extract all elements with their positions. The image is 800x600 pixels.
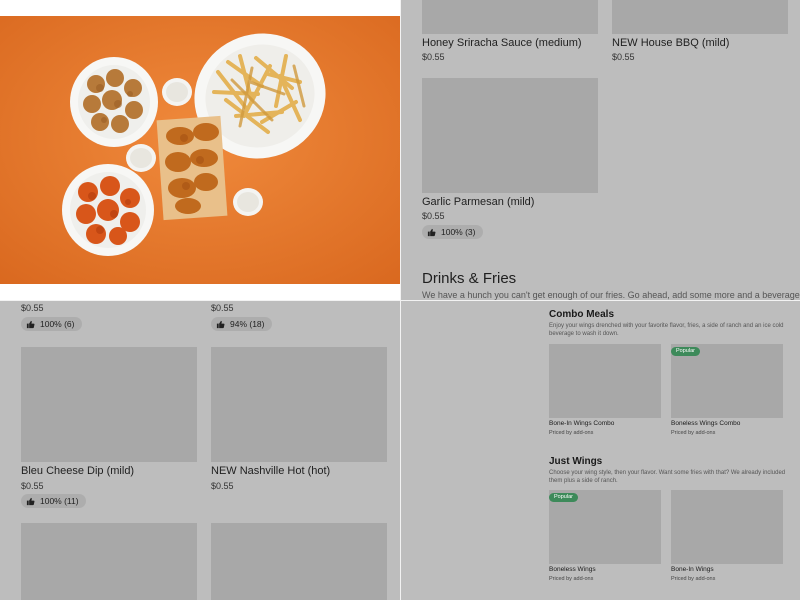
section-description: Enjoy your wings drenched with your favo…	[549, 323, 784, 337]
rating-text: 100% (6)	[40, 319, 75, 329]
section-description: Choose your wing style, then your flavor…	[549, 470, 786, 484]
section-title-just-wings: Just Wings	[549, 456, 603, 467]
rating-badge: 100% (6)	[21, 317, 82, 331]
item-image-placeholder[interactable]	[422, 0, 598, 34]
item-price: $0.55	[422, 211, 445, 221]
item-name[interactable]: Honey Sriracha Sauce (medium)	[422, 37, 582, 49]
item-image-placeholder[interactable]	[21, 347, 197, 462]
item-name[interactable]: Garlic Parmesan (mild)	[422, 196, 534, 208]
rating-badge: 100% (3)	[422, 225, 483, 239]
item-price: $0.55	[21, 303, 44, 313]
section-title-combo-meals: Combo Meals	[549, 309, 615, 320]
item-image-placeholder[interactable]	[211, 523, 387, 600]
hero-panel	[0, 0, 400, 300]
top-right-panel: Honey Sriracha Sauce (medium) $0.55 NEW …	[401, 0, 800, 300]
thumbs-up-icon	[26, 497, 35, 505]
menu-item-card[interactable]	[671, 490, 783, 564]
item-name[interactable]: Bone-In Wings	[671, 566, 714, 573]
menu-item-card[interactable]	[549, 344, 661, 418]
section-description: We have a hunch you can't get enough of …	[422, 290, 800, 300]
item-price: $0.55	[211, 303, 234, 313]
item-name[interactable]: Bone-In Wings Combo	[549, 420, 614, 427]
item-price-note: Priced by add-ons	[549, 430, 594, 436]
item-image-placeholder[interactable]	[422, 78, 598, 193]
rating-text: 94% (18)	[230, 319, 265, 329]
thumbs-up-icon	[26, 320, 35, 328]
hero-food-image	[0, 16, 400, 284]
item-price-note: Priced by add-ons	[671, 430, 716, 436]
bottom-left-panel: $0.55 $0.55 100% (6) 94% (18) Bleu Chees…	[0, 301, 400, 600]
item-image-placeholder[interactable]	[21, 523, 197, 600]
item-price-note: Priced by add-ons	[671, 576, 716, 582]
thumbs-up-icon	[216, 320, 225, 328]
thumbs-up-icon	[427, 228, 436, 236]
item-name[interactable]: Boneless Wings	[549, 566, 596, 573]
item-price: $0.55	[612, 52, 635, 62]
bottom-right-panel: Combo Meals Enjoy your wings drenched wi…	[401, 301, 800, 600]
item-price-note: Priced by add-ons	[549, 576, 594, 582]
popular-badge: Popular	[671, 347, 700, 356]
item-price: $0.55	[422, 52, 445, 62]
rating-badge: 94% (18)	[211, 317, 272, 331]
item-image-placeholder[interactable]	[612, 0, 788, 34]
quadrant-divider-horizontal	[0, 300, 800, 301]
item-price: $0.55	[211, 481, 234, 491]
rating-text: 100% (11)	[40, 496, 79, 506]
rating-text: 100% (3)	[441, 227, 476, 237]
rating-badge: 100% (11)	[21, 494, 86, 508]
item-name[interactable]: Boneless Wings Combo	[671, 420, 740, 427]
popular-badge: Popular	[549, 493, 578, 502]
item-name[interactable]: NEW House BBQ (mild)	[612, 37, 729, 49]
section-title-drinks-fries: Drinks & Fries	[422, 270, 517, 287]
item-price: $0.55	[21, 481, 44, 491]
item-name[interactable]: NEW Nashville Hot (hot)	[211, 465, 330, 477]
item-name[interactable]: Bleu Cheese Dip (mild)	[21, 465, 134, 477]
item-image-placeholder[interactable]	[211, 347, 387, 462]
